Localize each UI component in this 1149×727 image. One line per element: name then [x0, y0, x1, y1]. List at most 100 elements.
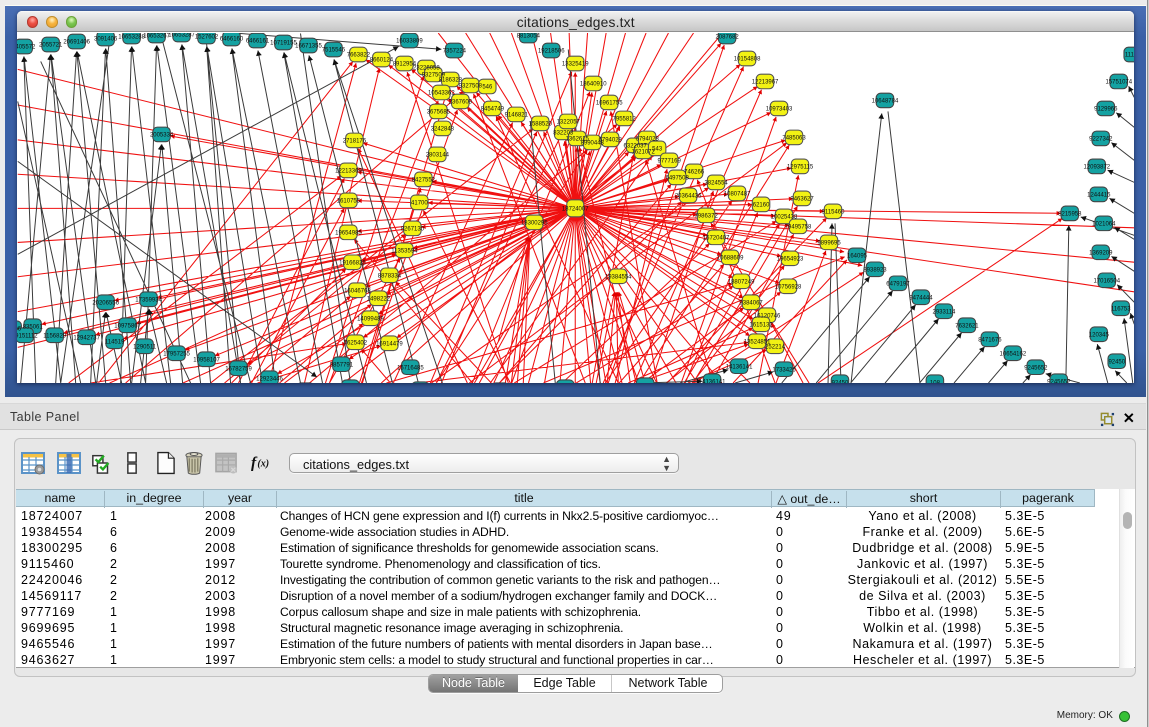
svg-text:10653287: 10653287 — [168, 33, 195, 39]
svg-text:20691406: 20691406 — [63, 40, 90, 46]
svg-text:19654923: 19654923 — [777, 257, 804, 263]
svg-text:164095: 164095 — [847, 254, 868, 260]
svg-text:10654162: 10654162 — [1000, 351, 1027, 357]
svg-text:10958107: 10958107 — [193, 357, 220, 363]
svg-text:19654985: 19654985 — [335, 231, 362, 237]
svg-text:16914479: 16914479 — [376, 341, 403, 347]
svg-text:6497508: 6497508 — [665, 176, 689, 182]
svg-text:(x): (x) — [257, 458, 269, 469]
svg-text:12942737: 12942737 — [73, 335, 100, 341]
svg-text:16782759: 16782759 — [225, 366, 252, 372]
svg-text:14136141: 14136141 — [699, 379, 726, 382]
svg-text:8938923: 8938923 — [863, 267, 887, 273]
svg-text:546: 546 — [482, 85, 493, 91]
svg-text:8267130: 8267130 — [401, 227, 425, 233]
svg-text:1615132: 1615132 — [749, 322, 773, 328]
svg-text:1610755: 1610755 — [337, 199, 361, 205]
svg-text:7986372: 7986372 — [694, 214, 718, 220]
svg-text:7632621: 7632621 — [955, 323, 979, 329]
svg-text:10653288: 10653288 — [118, 35, 145, 41]
svg-text:10025438: 10025438 — [771, 215, 798, 221]
svg-text:83506: 83506 — [17, 326, 22, 332]
svg-text:10653267: 10653267 — [143, 34, 170, 40]
svg-text:12213967: 12213967 — [752, 80, 779, 86]
svg-text:11123: 11123 — [1125, 53, 1135, 59]
svg-text:120345: 120345 — [1089, 332, 1110, 338]
svg-text:10975867: 10975867 — [114, 323, 141, 329]
svg-text:8215958: 8215958 — [1058, 212, 1082, 218]
svg-text:116753: 116753 — [1111, 306, 1131, 312]
svg-text:10719155: 10719155 — [270, 41, 297, 47]
svg-text:10688609: 10688609 — [717, 256, 744, 262]
svg-text:20364436: 20364436 — [675, 194, 702, 200]
svg-text:1244415: 1244415 — [1087, 193, 1111, 199]
svg-text:10756928: 10756928 — [775, 284, 802, 290]
svg-text:14099489: 14099489 — [357, 316, 384, 322]
svg-text:39151112: 39151112 — [17, 333, 38, 339]
svg-text:16961755: 16961755 — [596, 101, 623, 107]
svg-text:7515546: 7515546 — [322, 48, 346, 54]
svg-text:9857791: 9857791 — [330, 362, 354, 368]
svg-text:12093872: 12093872 — [1083, 165, 1110, 171]
svg-text:1527602: 1527602 — [195, 35, 219, 41]
svg-text:18807249: 18807249 — [728, 279, 755, 285]
svg-text:1156829: 1156829 — [43, 333, 67, 339]
svg-text:23226058: 23226058 — [413, 66, 440, 72]
svg-text:15716485: 15716485 — [397, 365, 424, 371]
svg-text:7625402: 7625402 — [344, 340, 368, 346]
svg-text:10543362: 10543362 — [428, 91, 455, 97]
svg-text:1405572: 1405572 — [17, 45, 36, 51]
svg-text:16033809: 16033809 — [396, 39, 423, 45]
svg-text:79495758: 79495758 — [785, 225, 812, 231]
svg-text:20206556: 20206556 — [92, 300, 119, 306]
svg-text:9463627: 9463627 — [790, 197, 814, 203]
svg-text:1369209: 1369209 — [1089, 251, 1113, 257]
svg-text:10154808: 10154808 — [734, 57, 761, 63]
svg-text:9327508: 9327508 — [459, 84, 483, 90]
svg-text:7485063: 7485063 — [782, 136, 806, 142]
svg-text:7663822: 7663822 — [347, 53, 371, 59]
svg-text:7357224: 7357224 — [443, 49, 467, 55]
svg-text:2367608: 2367608 — [449, 100, 473, 106]
svg-text:252214: 252214 — [765, 344, 786, 350]
svg-text:1322057: 1322057 — [557, 120, 581, 126]
svg-text:11353594: 11353594 — [391, 249, 418, 255]
svg-text:15720407: 15720407 — [703, 236, 730, 242]
svg-text:6794028: 6794028 — [599, 138, 623, 144]
svg-text:12213369: 12213369 — [335, 169, 362, 175]
svg-text:6794028: 6794028 — [636, 137, 660, 143]
svg-text:8454749: 8454749 — [481, 107, 505, 113]
svg-text:41700: 41700 — [411, 201, 428, 207]
svg-text:9129966: 9129966 — [1094, 107, 1118, 113]
svg-text:1498222: 1498222 — [367, 296, 391, 302]
svg-text:1290511: 1290511 — [133, 344, 157, 350]
svg-text:3091406: 3091406 — [94, 37, 118, 43]
svg-text:6466161: 6466161 — [246, 39, 270, 45]
svg-text:12975115: 12975115 — [787, 165, 814, 171]
svg-text:62160: 62160 — [753, 203, 770, 209]
svg-text:13325419: 13325419 — [562, 62, 589, 68]
svg-text:92450: 92450 — [1108, 359, 1125, 365]
svg-text:2055721: 2055721 — [39, 43, 63, 49]
svg-text:3824554: 3824554 — [704, 181, 728, 187]
svg-text:1588520: 1588520 — [529, 122, 553, 128]
svg-text:12923446: 12923446 — [256, 376, 283, 382]
svg-text:8427552: 8427552 — [412, 178, 436, 184]
svg-text:3242848: 3242848 — [431, 127, 455, 133]
svg-text:9384067: 9384067 — [739, 300, 763, 306]
svg-text:16120746: 16120746 — [754, 313, 781, 319]
svg-text:1021064: 1021064 — [1092, 222, 1116, 228]
svg-text:2718176: 2718176 — [343, 139, 367, 145]
svg-text:16671355: 16671355 — [295, 44, 322, 50]
svg-text:6466160: 6466160 — [220, 37, 244, 43]
svg-text:19218506: 19218506 — [538, 49, 565, 55]
svg-text:2803144: 2803144 — [426, 153, 450, 159]
svg-text:18300295: 18300295 — [521, 221, 548, 227]
svg-text:108: 108 — [930, 380, 941, 382]
svg-text:19384554: 19384554 — [605, 274, 632, 280]
svg-text:17016504: 17016504 — [1093, 278, 1120, 284]
svg-text:3675685: 3675685 — [427, 110, 451, 116]
svg-text:8471676: 8471676 — [978, 337, 1002, 343]
svg-text:114519: 114519 — [105, 339, 125, 345]
svg-text:9899695: 9899695 — [817, 241, 841, 247]
